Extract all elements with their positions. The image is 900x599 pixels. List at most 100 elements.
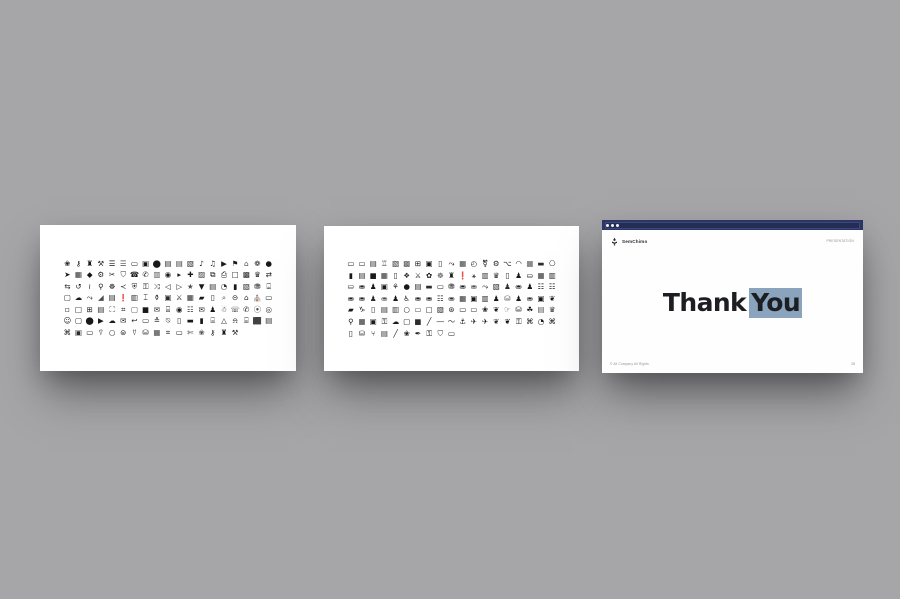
scooter-ride-icon: ▭	[448, 328, 455, 338]
bottle-slim-icon: ▤	[380, 305, 388, 315]
list-lines-icon: ☰	[119, 258, 127, 268]
bell-icon: ⌂	[243, 258, 249, 268]
trophy-small-icon: ⚲	[348, 317, 354, 326]
people-queue-icon: ⛂	[448, 294, 455, 303]
pen-nib-icon: ⚿	[426, 328, 432, 338]
file-lock-icon: ▦	[75, 270, 82, 280]
slide-thumbnail-2[interactable]: ▭ ▭ ▤ ♖ ▧ ▩ ⊞ ▣ ▯ ⤳ ▦ ◴ ⚧ ⚙ ⌥ ◠ ▦ ▬ ⎔ ▮ ▤ ■ ▦ ▯ ❖ ⚔ ✿ ☸ ♜ ❗ ⚹ ▥ ♛ ▯ ♟ ⛀ ▦ ▥ ⛀ ⛂…	[324, 226, 579, 371]
list-lines-icon: ☰	[108, 258, 116, 268]
briefcase-small-icon: ▮	[199, 316, 204, 326]
bag-handle-icon: ⌸	[210, 316, 215, 326]
bed-bunk-icon: ▤	[369, 259, 377, 269]
locker-tall-icon: ▥	[548, 271, 556, 280]
hand-hold-icon: ⛁	[515, 305, 522, 315]
lock-shackle-icon: ☁	[391, 317, 400, 326]
slide-center-area: Thank You	[602, 252, 863, 353]
tools-crossed-icon: ⚔	[414, 271, 422, 280]
window-control-dots	[606, 223, 620, 227]
trash-bin-icon: ⛃	[254, 282, 261, 291]
zoom-in-icon: ⌕	[221, 293, 226, 303]
hanger-hook-icon: ◠	[515, 259, 522, 269]
volume-mute-icon: ◁	[165, 282, 171, 291]
vase-tall-icon: ♛	[492, 271, 500, 280]
sign-board-icon: ╱	[393, 328, 398, 338]
cart-plus-icon: ⛁	[142, 328, 149, 338]
bookmark-ribbon-icon: ⚑	[231, 258, 239, 268]
plant-sprout-icon: ☞	[504, 305, 511, 315]
person-run-icon: ▧	[492, 282, 500, 292]
cabinet-small-icon: ▥	[392, 305, 400, 315]
key-icon: ⚷	[75, 258, 82, 268]
wheelchair-user-icon: ⛂	[414, 294, 422, 303]
external-link-icon: ⧉	[210, 270, 216, 280]
window-view-icon: ■	[414, 317, 422, 326]
email-open-icon: ✉	[120, 316, 127, 326]
slide-thumbnail-3[interactable]: SemChimo PRESENTATION Thank You © All Co…	[602, 220, 863, 373]
trophy-cup-icon: ♛	[254, 270, 261, 280]
wine-glass-icon: ⚱	[153, 293, 160, 303]
window-dot-maximize-icon[interactable]	[616, 223, 620, 227]
anchor-shape-icon: ✈	[470, 317, 477, 326]
route-curve-icon: ⤳	[86, 293, 93, 303]
people-line-icon: ⛂	[347, 294, 354, 303]
window-mail-icon: ✉	[153, 305, 160, 314]
zoom-out-icon: ⊝	[232, 293, 239, 303]
people-couple-icon: ♟	[369, 294, 377, 303]
bookshelf-full-icon: ▤	[358, 271, 366, 280]
clipboard-blank-icon: ▯	[177, 316, 182, 326]
image-crop-icon: ⌗	[121, 305, 126, 314]
book-closed-icon: ▭	[436, 282, 444, 292]
windows-tile-icon: ⊞	[86, 305, 93, 314]
mouse-device-icon: ▯	[348, 328, 353, 338]
footer-copyright: © All Company All Rights	[610, 362, 649, 366]
stroller-icon: ▦	[153, 328, 161, 338]
lock-closed-icon: ⚿	[142, 282, 149, 291]
funnel-filter-icon: ▼	[198, 282, 205, 291]
microphone-icon: ⬤	[152, 258, 161, 268]
feed-waves-icon: ≀	[88, 282, 92, 291]
vase-round-icon: ●	[403, 282, 410, 292]
bar-chart-up-icon: ◢	[98, 293, 104, 303]
stretcher-bed-icon: ⛂	[459, 282, 466, 292]
hand-wave-icon: ▤	[380, 328, 388, 338]
window-dot-close-icon[interactable]	[606, 223, 609, 227]
brand-mark-icon	[610, 237, 619, 246]
window-rows-icon: ○	[108, 328, 116, 338]
window-dot-minimize-icon[interactable]	[611, 223, 615, 227]
printer-icon: ⎙	[220, 270, 227, 280]
lock-round-icon: ⛉	[437, 328, 444, 338]
target-circle-icon: ▣	[75, 328, 82, 338]
slide-thumbnail-1[interactable]: ❀ ⚷ ♜ ⚒ ☰ ☰ ▭ ▣ ⬤ ▤ ▤ ▧ ♪ ♫ ▶ ⚑ ⌂ ❁ ● ➤ ▦ ◆ ⚙ ✂ ⛉ ☎ ✆ ▥ ◉ ▸ ✚ ▨ ⧉ ⎙ □ ▩ ♛ ⇄ ⇆ ↺…	[40, 225, 296, 371]
shopping-cart-icon: ⊜	[120, 328, 127, 338]
rotate-ccw-icon: ↺	[75, 282, 82, 291]
bird-flight-icon: ❦	[493, 317, 500, 326]
file-image-icon: ▧	[186, 258, 194, 268]
cart-outline-icon: ⍢	[132, 328, 137, 338]
switch-panel-icon: ▣	[369, 317, 377, 326]
tray-inbox-icon: ⌸	[165, 305, 171, 314]
globe-grid-icon: ☸	[436, 271, 444, 280]
person-sprint-icon: ☷	[436, 294, 444, 303]
thermometer-icon: ⌶	[143, 293, 148, 303]
people-crowd-icon: ⤳	[482, 282, 489, 292]
broom-sweep-icon: ❖	[403, 271, 411, 280]
monitor-screen-icon: ⌘	[63, 328, 71, 338]
line-dash-icon: 〜	[447, 317, 456, 326]
paw-print-icon: ❀	[64, 258, 71, 268]
icon-sheet-2: ▭ ▭ ▤ ♖ ▧ ▩ ⊞ ▣ ▯ ⤳ ▦ ◴ ⚧ ⚙ ⌥ ◠ ▦ ▬ ⎔ ▮ ▤ ■ ▦ ▯ ❖ ⚔ ✿ ☸ ♜ ❗ ⚹ ▥ ♛ ▯ ♟ ⛀ ▦ ▥ ⛀ ⛂…	[324, 226, 579, 371]
person-kneel-icon: ♟	[515, 271, 522, 280]
picture-landscape-icon: ❦	[549, 294, 556, 303]
person-dance-icon: ⛂	[381, 294, 388, 303]
eye-view-icon: ◉	[175, 305, 183, 314]
tv-screen-icon: ▣	[425, 259, 433, 269]
file-blank-icon: □	[231, 270, 239, 280]
icon-grid-1: ❀ ⚷ ♜ ⚒ ☰ ☰ ▭ ▣ ⬤ ▤ ▤ ▧ ♪ ♫ ▶ ⚑ ⌂ ❁ ● ➤ ▦ ◆ ⚙ ✂ ⛉ ☎ ✆ ▥ ◉ ▸ ✚ ▨ ⧉ ⎙ □ ▩ ♛ ⇄ ⇆ ↺…	[62, 259, 274, 337]
leaf-clover-icon: ❦	[504, 317, 511, 326]
flask-beaker-icon: ✄	[187, 328, 194, 338]
book-upright-icon: ▥	[481, 271, 489, 280]
shuffle-icon: ⤨	[153, 282, 160, 291]
ladder-step-icon: ⛀	[526, 271, 533, 280]
camera-box-icon: ⍢	[98, 328, 104, 338]
person-carry-icon: ♿	[403, 294, 411, 303]
brand-name: SemChimo	[622, 238, 648, 244]
